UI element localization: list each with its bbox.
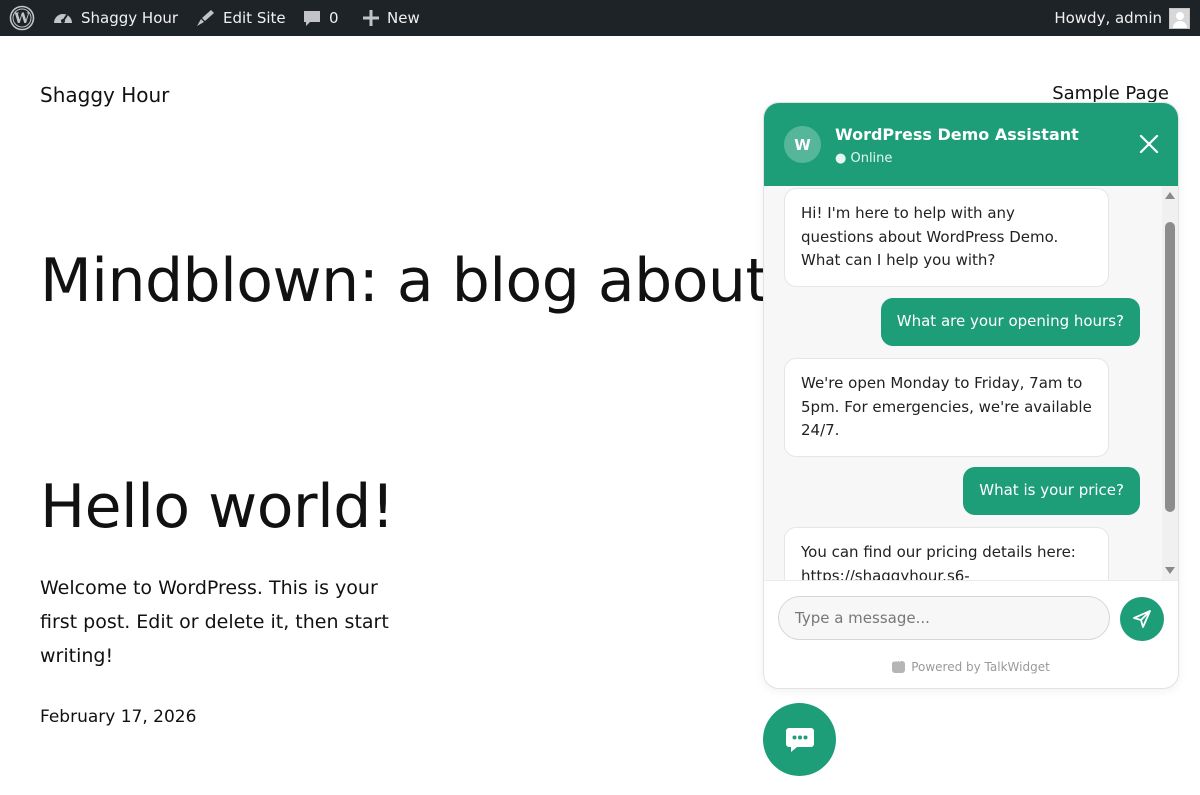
chat-bubble-icon bbox=[785, 727, 814, 752]
bot-message: We're open Monday to Friday, 7am to 5pm.… bbox=[784, 358, 1109, 457]
edit-brush-icon bbox=[197, 10, 214, 26]
post-title[interactable]: Hello world! bbox=[40, 472, 395, 542]
admin-bar: W Shaggy Hour Edit Site 0 New Howdy, adm… bbox=[0, 0, 1200, 36]
send-button[interactable] bbox=[1120, 597, 1164, 641]
edit-site-button[interactable]: Edit Site bbox=[194, 0, 286, 36]
plus-icon bbox=[363, 10, 379, 26]
powered-by[interactable]: Powered by TalkWidget bbox=[764, 655, 1178, 674]
assistant-status: ● Online bbox=[835, 151, 893, 166]
site-title[interactable]: Shaggy Hour bbox=[40, 83, 169, 107]
scroll-down-arrow-icon[interactable] bbox=[1165, 567, 1175, 574]
svg-text:W: W bbox=[13, 11, 30, 27]
user-message: What are your opening hours? bbox=[880, 298, 1140, 346]
blog-tagline: Mindblown: a blog about bbox=[40, 246, 769, 316]
assistant-avatar: W bbox=[784, 126, 821, 163]
scrollbar-thumb[interactable] bbox=[1165, 222, 1175, 512]
new-label: New bbox=[387, 9, 420, 27]
account-menu[interactable]: Howdy, admin bbox=[1054, 0, 1190, 36]
new-content-button[interactable]: New bbox=[362, 0, 420, 36]
close-icon bbox=[1139, 134, 1159, 154]
close-chat-button[interactable] bbox=[1138, 133, 1160, 155]
chat-messages[interactable]: Hi! I'm here to help with any questions … bbox=[764, 186, 1178, 580]
chat-input-row bbox=[764, 580, 1178, 650]
edit-site-label: Edit Site bbox=[223, 9, 286, 27]
user-message: What is your price? bbox=[963, 467, 1140, 515]
send-icon bbox=[1133, 610, 1151, 628]
greeting-text: Howdy, admin bbox=[1054, 9, 1162, 27]
post-date[interactable]: February 17, 2026 bbox=[40, 707, 196, 727]
bot-message: You can find our pricing details here: h… bbox=[784, 527, 1109, 580]
bot-message: Hi! I'm here to help with any questions … bbox=[784, 188, 1109, 287]
talkwidget-icon bbox=[892, 655, 906, 673]
message-input[interactable] bbox=[778, 596, 1110, 640]
wordpress-logo-button[interactable]: W bbox=[9, 0, 35, 36]
assistant-name: WordPress Demo Assistant bbox=[835, 125, 1079, 144]
user-avatar-icon bbox=[1169, 7, 1190, 29]
comments-button[interactable]: 0 bbox=[302, 0, 339, 36]
chat-launcher-button[interactable] bbox=[763, 703, 836, 776]
dashboard-icon bbox=[54, 14, 72, 23]
scroll-up-arrow-icon[interactable] bbox=[1165, 192, 1175, 199]
chat-scrollbar[interactable] bbox=[1162, 186, 1178, 580]
comment-icon bbox=[304, 11, 320, 26]
powered-by-text: Powered by TalkWidget bbox=[911, 660, 1050, 674]
admin-site-name: Shaggy Hour bbox=[81, 9, 179, 27]
chat-header: W WordPress Demo Assistant ● Online bbox=[764, 103, 1178, 186]
comments-count: 0 bbox=[329, 9, 339, 27]
nav-sample-page[interactable]: Sample Page bbox=[1052, 83, 1169, 104]
chat-widget: W WordPress Demo Assistant ● Online Hi! … bbox=[763, 102, 1179, 689]
admin-site-link[interactable]: Shaggy Hour bbox=[52, 0, 178, 36]
post-excerpt: Welcome to WordPress. This is your first… bbox=[40, 577, 389, 667]
wordpress-logo-icon: W bbox=[9, 5, 35, 31]
